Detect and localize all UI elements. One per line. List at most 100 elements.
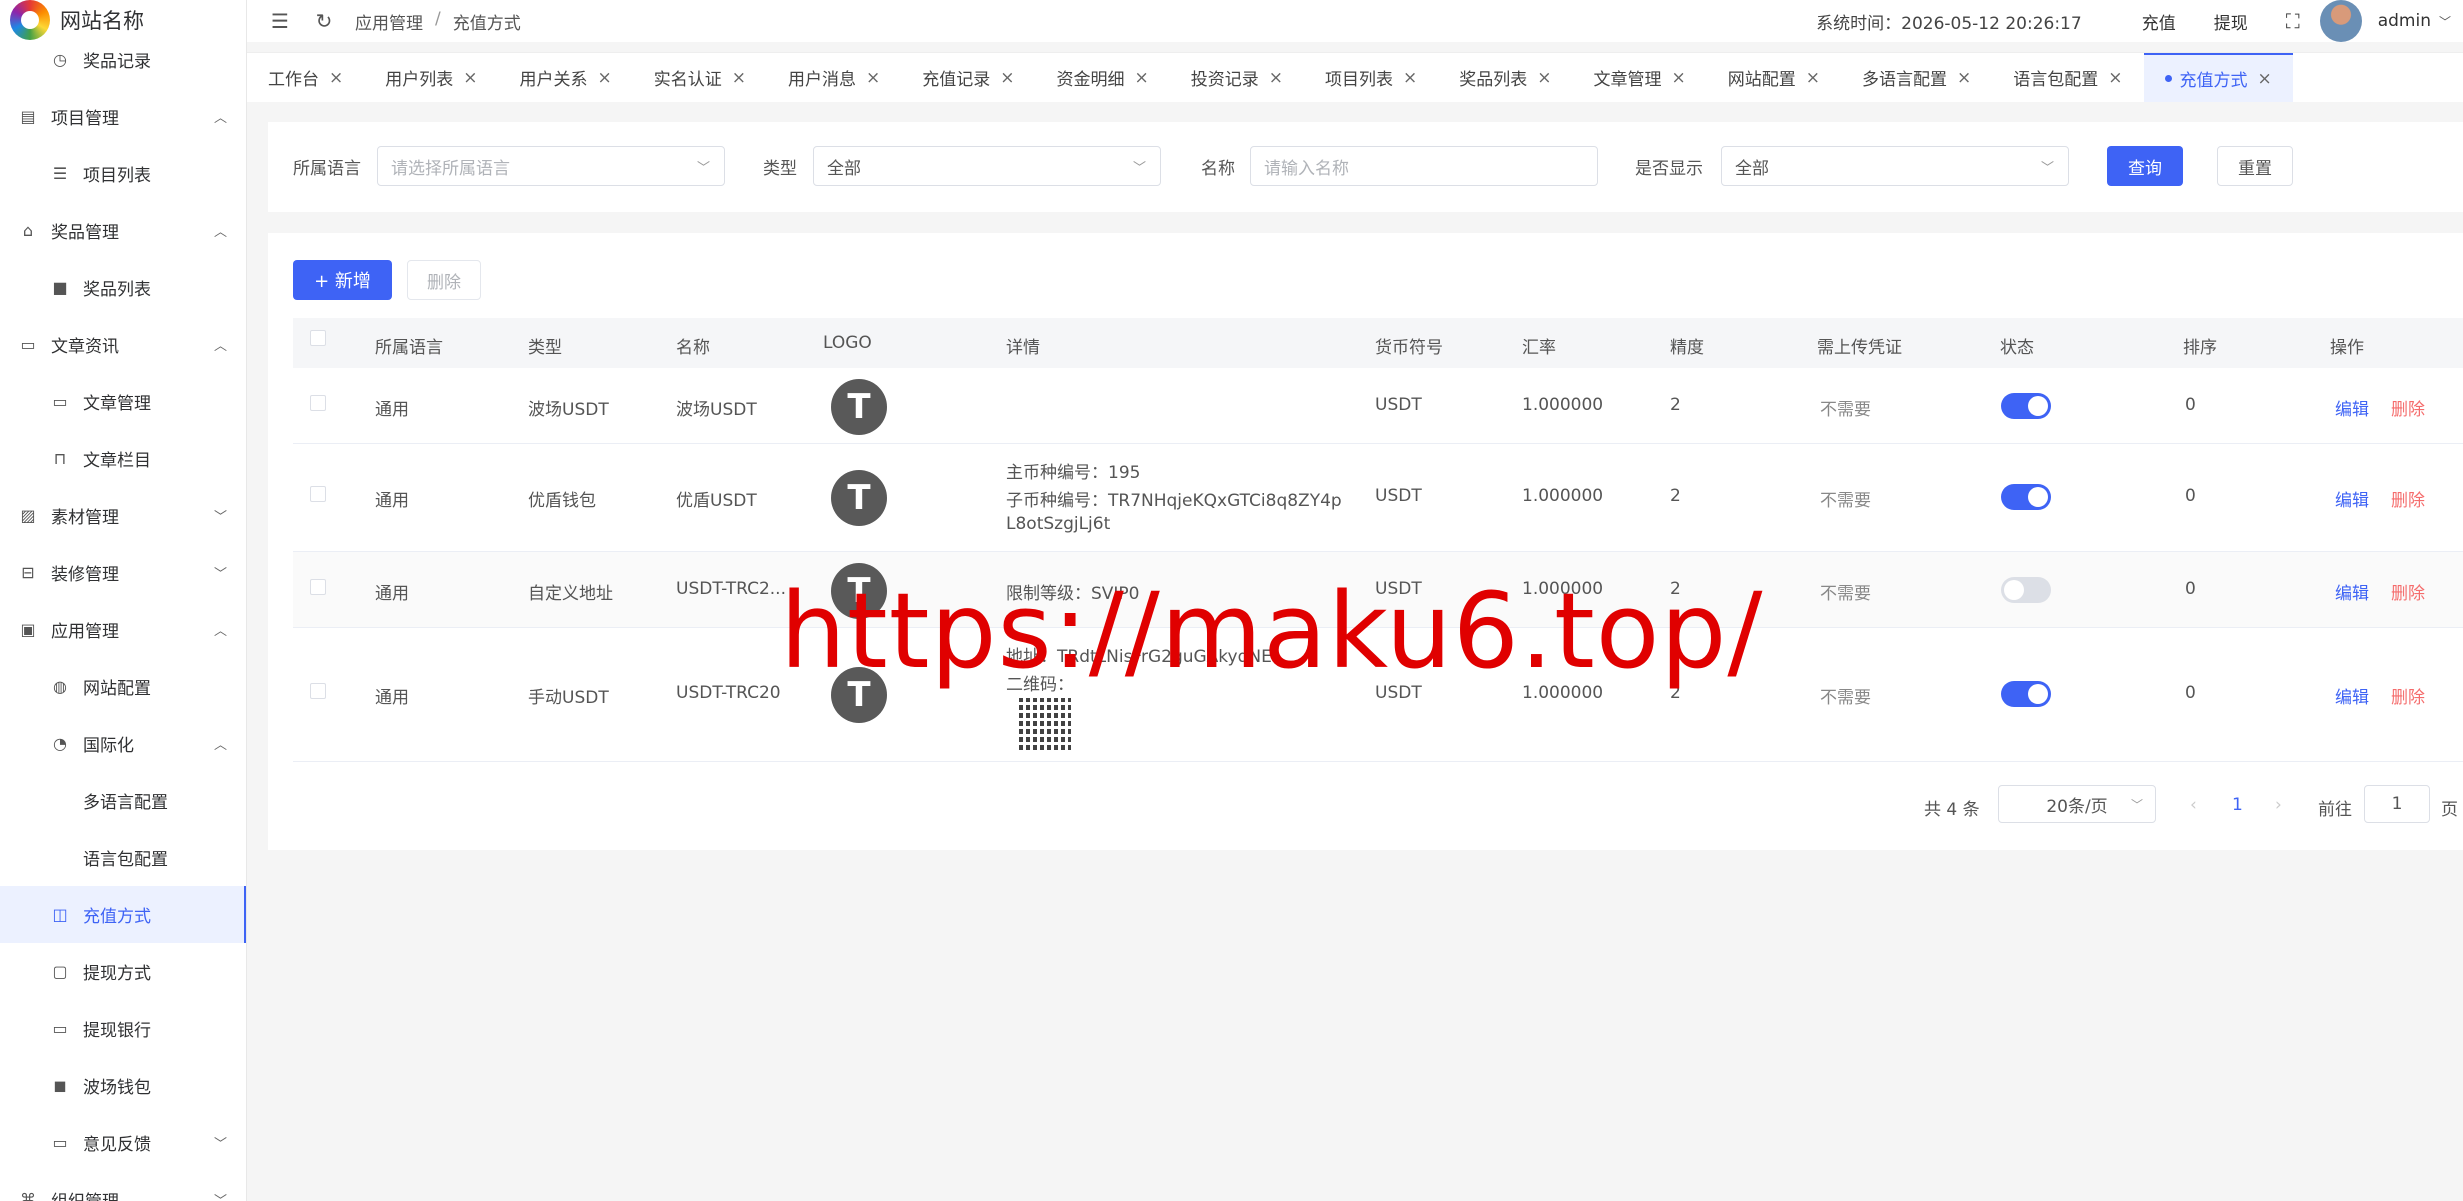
tab-site-config[interactable]: 网站配置 × [1707, 53, 1841, 102]
sidebar-item-recharge-methods[interactable]: ◫ 充值方式 [0, 886, 246, 943]
prev-page-icon[interactable]: ‹ [2190, 795, 2197, 815]
tab-user-messages[interactable]: 用户消息 × [767, 53, 901, 102]
fullscreen-icon[interactable]: ⛶ [2286, 9, 2300, 33]
chevron-down-icon[interactable]: ﹀ [2439, 13, 2451, 30]
reset-button[interactable]: 重置 [2217, 146, 2293, 186]
close-icon[interactable]: × [1403, 68, 1417, 88]
sidebar-item-app-management[interactable]: ▣ 应用管理 ︿ [0, 601, 246, 658]
bag-filled-icon: ■ [52, 278, 68, 297]
lang-select[interactable]: 请选择所属语言 ﹀ [377, 146, 725, 186]
show-select[interactable]: 全部 ﹀ [1721, 146, 2069, 186]
close-icon[interactable]: × [1806, 68, 1820, 88]
delete-button[interactable]: 删除 [2391, 579, 2425, 604]
site-name: 网站名称 [60, 9, 144, 33]
sidebar-item-i18n[interactable]: ◔ 国际化 ︿ [0, 715, 246, 772]
avatar[interactable] [2319, 0, 2362, 42]
row-checkbox[interactable] [310, 683, 326, 699]
sidebar-item-site-config[interactable]: ◍ 网站配置 [0, 658, 246, 715]
column-header: 操作 [2330, 338, 2364, 358]
username[interactable]: admin [2378, 11, 2431, 31]
row-checkbox[interactable] [310, 579, 326, 595]
close-icon[interactable]: × [598, 68, 612, 88]
sidebar-item-multilang-config[interactable]: 多语言配置 [0, 772, 246, 829]
tab-project-list[interactable]: 项目列表 × [1304, 53, 1438, 102]
edit-button[interactable]: 编辑 [2335, 486, 2369, 511]
edit-button[interactable]: 编辑 [2335, 683, 2369, 708]
globe-icon: ◍ [53, 677, 67, 696]
add-button[interactable]: + 新增 [293, 260, 392, 300]
sidebar-item-feedback[interactable]: ▭ 意见反馈 ﹀ [0, 1114, 246, 1171]
select-all-checkbox[interactable] [310, 330, 326, 346]
tab-article-management[interactable]: 文章管理 × [1573, 53, 1707, 102]
delete-button[interactable]: 删除 [2391, 395, 2425, 420]
tab-langpack-config[interactable]: 语言包配置 × [1992, 53, 2143, 102]
site-logo[interactable]: 网站名称 [0, 0, 246, 40]
type-select[interactable]: 全部 ﹀ [813, 146, 1161, 186]
close-icon[interactable]: × [2108, 68, 2122, 88]
cell-sort: 0 [2185, 683, 2196, 703]
status-switch[interactable] [2001, 484, 2051, 510]
tab-recharge-records[interactable]: 充值记录 × [901, 53, 1035, 102]
edit-button[interactable]: 编辑 [2335, 395, 2369, 420]
tab-real-name[interactable]: 实名认证 × [633, 53, 767, 102]
tab-multilang-config[interactable]: 多语言配置 × [1841, 53, 1992, 102]
row-checkbox[interactable] [310, 395, 326, 411]
close-icon[interactable]: × [2258, 69, 2272, 89]
tab-prize-list[interactable]: 奖品列表 × [1438, 53, 1572, 102]
tab-workbench[interactable]: 工作台 × [247, 53, 364, 102]
sidebar-item-prize-list[interactable]: ■ 奖品列表 [0, 259, 246, 316]
status-switch[interactable] [2001, 681, 2051, 707]
batch-delete-button[interactable]: 删除 [407, 260, 481, 300]
sidebar-item-tron-wallet[interactable]: ◼ 波场钱包 [0, 1057, 246, 1114]
close-icon[interactable]: × [866, 68, 880, 88]
name-input[interactable]: 请输入名称 [1250, 146, 1598, 186]
delete-button[interactable]: 删除 [2391, 486, 2425, 511]
sidebar-item-withdraw-banks[interactable]: ▭ 提现银行 [0, 1000, 246, 1057]
goto-page-input[interactable]: 1 [2364, 785, 2430, 823]
edit-button[interactable]: 编辑 [2335, 579, 2369, 604]
cell-name: USDT-TRC2... [676, 579, 786, 599]
sidebar-item-langpack-config[interactable]: 语言包配置 [0, 829, 246, 886]
sidebar-item-prize-management[interactable]: ⌂ 奖品管理 ︿ [0, 202, 246, 259]
recharge-link[interactable]: 充值 [2142, 9, 2176, 34]
tab-user-list[interactable]: 用户列表 × [364, 53, 498, 102]
close-icon[interactable]: × [463, 68, 477, 88]
cell-symbol: USDT [1375, 486, 1422, 506]
close-icon[interactable]: × [1269, 68, 1283, 88]
next-page-icon[interactable]: › [2275, 795, 2282, 815]
sidebar-item-project-list[interactable]: ☰ 项目列表 [0, 145, 246, 202]
sidebar-item-withdraw-methods[interactable]: ▢ 提现方式 [0, 943, 246, 1000]
breadcrumb-item[interactable]: 应用管理 [355, 9, 423, 34]
sidebar-item-organization[interactable]: ⌘组织管理﹀ [0, 1171, 246, 1201]
close-icon[interactable]: × [732, 68, 746, 88]
refresh-icon[interactable]: ↻ [313, 9, 335, 33]
table-header: 所属语言 类型 名称 LOGO 详情 货币符号 汇率 精度 需上传凭证 状态 排… [293, 318, 2463, 368]
close-icon[interactable]: × [1135, 68, 1149, 88]
sidebar-item-materials[interactable]: ▨ 素材管理 ﹀ [0, 487, 246, 544]
page-size-select[interactable]: 20条/页 ﹀ [1998, 785, 2156, 823]
tab-fund-details[interactable]: 资金明细 × [1036, 53, 1170, 102]
menu-fold-icon[interactable]: ☰ [269, 9, 291, 33]
sidebar-item-decoration[interactable]: ⊟ 装修管理 ﹀ [0, 544, 246, 601]
bag-icon: ⌂ [22, 221, 34, 240]
tab-investment-records[interactable]: 投资记录 × [1170, 53, 1304, 102]
query-button[interactable]: 查询 [2107, 146, 2183, 186]
close-icon[interactable]: × [1000, 68, 1014, 88]
withdraw-link[interactable]: 提现 [2214, 9, 2248, 34]
delete-button[interactable]: 删除 [2391, 683, 2425, 708]
sidebar-item-project-management[interactable]: ▤ 项目管理 ︿ [0, 88, 246, 145]
page-number-current[interactable]: 1 [2232, 795, 2243, 815]
show-label: 是否显示 [1635, 159, 1703, 179]
status-switch[interactable] [2001, 577, 2051, 603]
tab-user-relations[interactable]: 用户关系 × [499, 53, 633, 102]
close-icon[interactable]: × [1957, 68, 1971, 88]
close-icon[interactable]: × [1672, 68, 1686, 88]
row-checkbox[interactable] [310, 486, 326, 502]
tab-recharge-methods[interactable]: 充值方式 × [2143, 53, 2293, 102]
sidebar-item-article-management[interactable]: ▭ 文章管理 [0, 373, 246, 430]
status-switch[interactable] [2001, 393, 2051, 419]
close-icon[interactable]: × [1537, 68, 1551, 88]
close-icon[interactable]: × [329, 68, 343, 88]
sidebar-item-articles[interactable]: ▭ 文章资讯 ︿ [0, 316, 246, 373]
sidebar-item-article-columns[interactable]: ⊓ 文章栏目 [0, 430, 246, 487]
